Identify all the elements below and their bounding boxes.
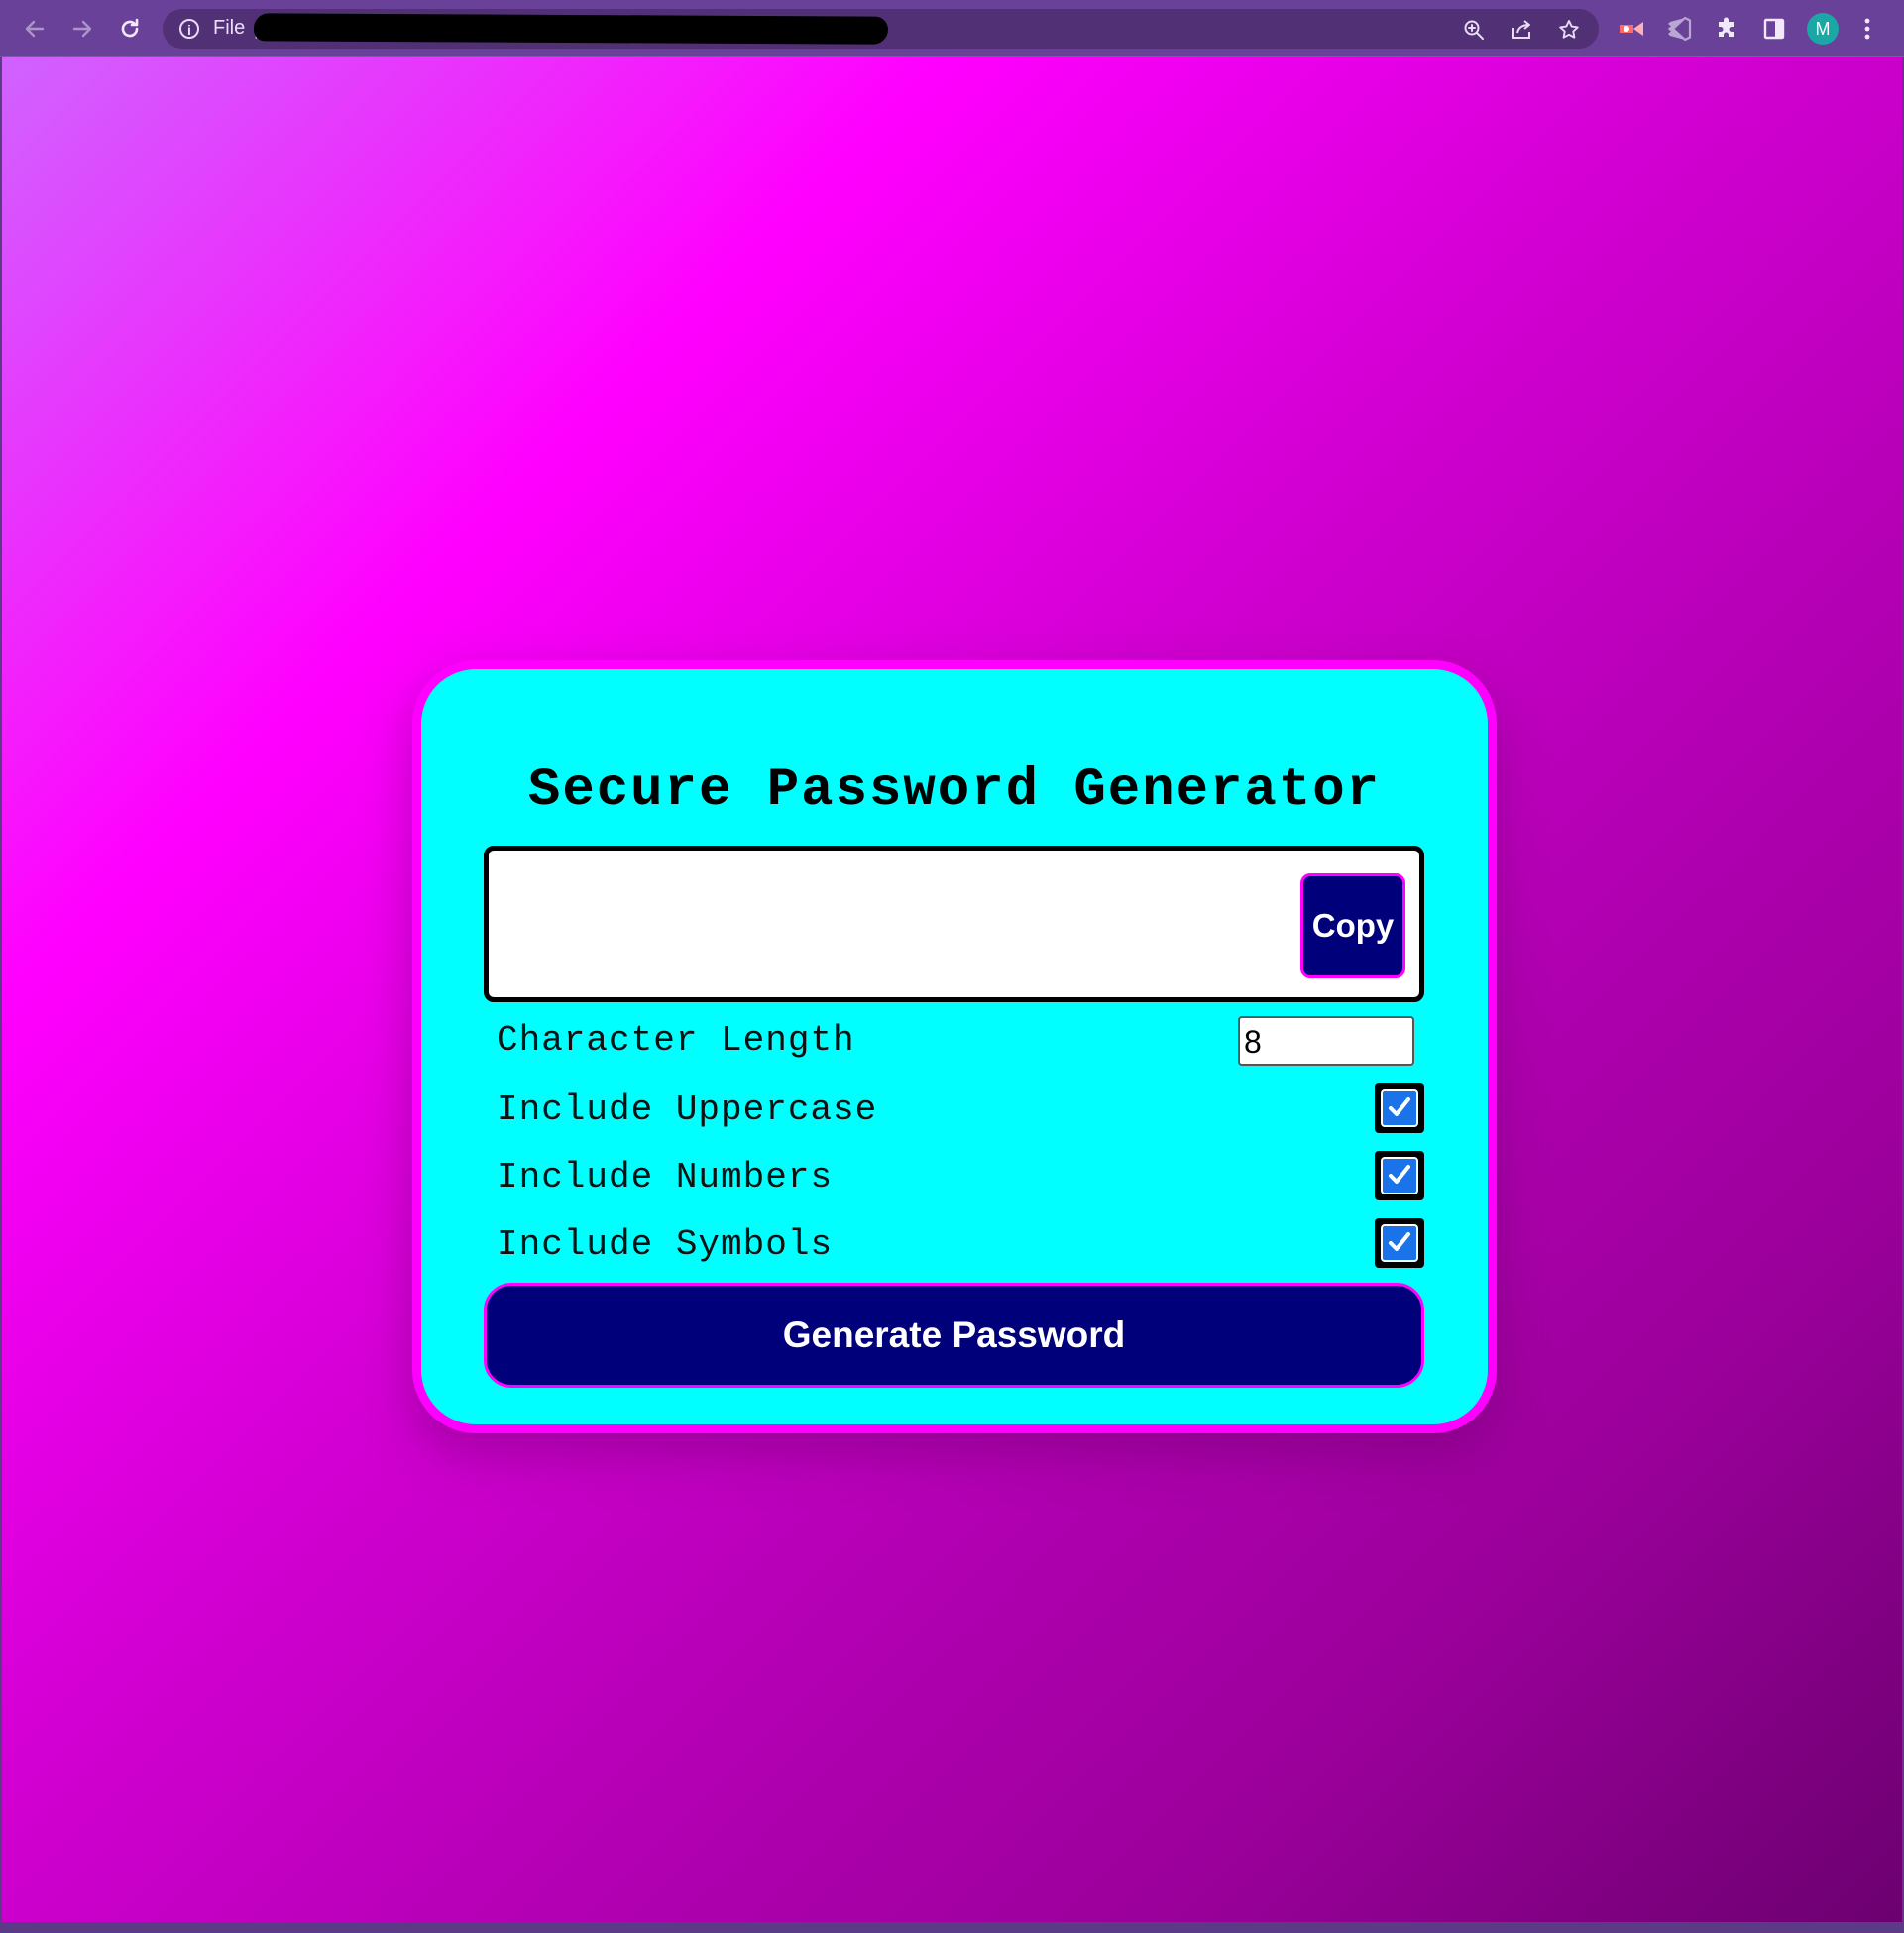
redacted-url [253, 13, 889, 45]
include-symbols-label: Include Symbols [497, 1224, 834, 1265]
copy-button[interactable]: Copy [1300, 873, 1405, 978]
window-bottom-edge [0, 1922, 1904, 1933]
site-info-icon[interactable]: i [179, 19, 199, 39]
include-uppercase-checkbox[interactable] [1375, 1083, 1424, 1133]
extensions-puzzle-icon[interactable] [1711, 13, 1742, 45]
address-bar[interactable]: i File | [163, 9, 1599, 49]
option-row-numbers: Include Numbers [497, 1151, 1424, 1202]
password-output-field[interactable]: Copy [484, 846, 1424, 1002]
checkmark-icon [1389, 1165, 1410, 1184]
reload-icon[interactable] [113, 12, 147, 46]
checkmark-icon [1389, 1232, 1410, 1251]
include-symbols-checkbox[interactable] [1375, 1218, 1424, 1268]
include-numbers-checkbox[interactable] [1375, 1151, 1424, 1200]
character-length-label: Character Length [497, 1020, 855, 1061]
screen-recorder-extension-icon[interactable] [1616, 13, 1647, 45]
option-row-uppercase: Include Uppercase [497, 1083, 1424, 1135]
zoom-icon[interactable] [1459, 15, 1489, 45]
back-arrow-icon[interactable] [18, 12, 52, 46]
option-row-length: Character Length 8 [497, 1016, 1424, 1066]
url-scheme: File [213, 17, 246, 39]
bookmark-star-icon[interactable] [1554, 15, 1584, 45]
include-numbers-label: Include Numbers [497, 1157, 834, 1197]
kebab-menu-icon[interactable] [1851, 13, 1883, 45]
include-uppercase-label: Include Uppercase [497, 1089, 878, 1130]
character-length-input[interactable]: 8 [1238, 1016, 1414, 1066]
generate-password-button[interactable]: Generate Password [484, 1283, 1424, 1388]
option-row-symbols: Include Symbols [497, 1218, 1424, 1270]
forward-arrow-icon[interactable] [65, 12, 99, 46]
browser-toolbar: i File | M [0, 0, 1904, 57]
profile-avatar[interactable]: M [1807, 13, 1839, 45]
page-background: Secure Password Generator Copy Character… [2, 57, 1902, 1922]
checkmark-icon [1389, 1097, 1410, 1116]
app-title: Secure Password Generator [527, 760, 1382, 821]
vscode-extension-icon[interactable] [1663, 13, 1695, 45]
side-panel-icon[interactable] [1758, 13, 1790, 45]
share-icon[interactable] [1507, 15, 1536, 45]
password-generator-card: Secure Password Generator Copy Character… [412, 660, 1497, 1433]
